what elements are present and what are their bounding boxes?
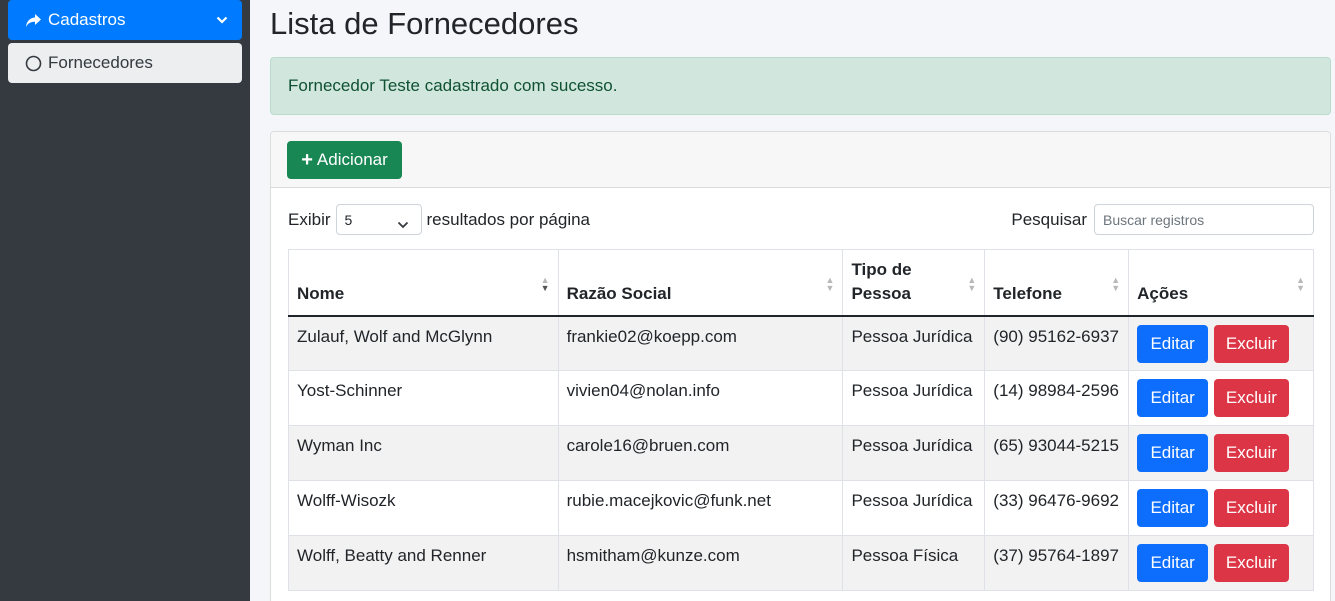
search-filter: Pesquisar — [1011, 204, 1314, 235]
sidebar-group-cadastros[interactable]: Cadastros — [8, 0, 242, 40]
show-label: Exibir — [288, 209, 331, 229]
cell-telefone: (65) 93044-5215 — [984, 425, 1129, 481]
cell-tipo-pessoa: Pessoa Física — [842, 535, 985, 591]
sidebar-item-label: Fornecedores — [48, 53, 153, 72]
chevron-down-icon — [216, 16, 228, 24]
cell-acoes: Editar Excluir — [1128, 370, 1314, 426]
plus-icon: + — [301, 148, 313, 171]
success-alert: Fornecedor Teste cadastrado com sucesso. — [270, 57, 1331, 115]
cell-telefone: (33) 96476-9692 — [984, 480, 1129, 536]
sort-icon: ▲ ▼ — [540, 275, 550, 293]
cell-tipo-pessoa: Pessoa Jurídica — [842, 425, 985, 481]
sort-icon: ▲ ▼ — [1111, 275, 1121, 293]
delete-button[interactable]: Excluir — [1213, 489, 1289, 527]
suppliers-card: + Adicionar Exibir 5 resultados por pági… — [270, 131, 1331, 601]
table-row: Wolff, Beatty and Renner hsmitham@kunze.… — [288, 535, 1314, 591]
delete-button[interactable]: Excluir — [1213, 434, 1289, 472]
delete-button[interactable]: Excluir — [1213, 379, 1289, 417]
add-button-label: Adicionar — [316, 150, 388, 169]
cell-acoes: Editar Excluir — [1128, 480, 1314, 536]
cell-telefone: (37) 95764-1897 — [984, 535, 1129, 591]
cell-nome: Wolff, Beatty and Renner — [288, 535, 559, 591]
sort-icon: ▲ ▼ — [825, 275, 835, 293]
page-size-select[interactable]: 5 — [335, 204, 422, 235]
cell-telefone: (90) 95162-6937 — [984, 315, 1129, 371]
sort-icon: ▲ ▼ — [1296, 275, 1305, 293]
sort-icon: ▲ ▼ — [967, 275, 977, 293]
cell-razao-social: carole16@bruen.com — [557, 425, 843, 481]
card-header: + Adicionar — [271, 132, 1330, 188]
edit-button[interactable]: Editar — [1137, 379, 1209, 417]
cell-acoes: Editar Excluir — [1128, 315, 1314, 371]
page-title: Lista de Fornecedores — [270, 6, 579, 41]
per-page-label: resultados por página — [426, 209, 591, 229]
add-button[interactable]: + Adicionar — [287, 141, 402, 179]
cell-razao-social: vivien04@nolan.info — [557, 370, 843, 426]
delete-button[interactable]: Excluir — [1213, 544, 1289, 582]
cell-nome: Yost-Schinner — [288, 370, 559, 426]
cell-acoes: Editar Excluir — [1128, 425, 1314, 481]
table-row: Zulauf, Wolf and McGlynn frankie02@koepp… — [288, 315, 1314, 371]
search-label: Pesquisar — [1011, 209, 1087, 229]
cell-telefone: (14) 98984-2596 — [984, 370, 1129, 426]
column-header-telefone[interactable]: Telefone ▲ ▼ — [984, 249, 1129, 317]
sidebar: Cadastros Fornecedores — [0, 0, 250, 601]
cell-tipo-pessoa: Pessoa Jurídica — [842, 370, 985, 426]
edit-button[interactable]: Editar — [1137, 434, 1209, 472]
delete-button[interactable]: Excluir — [1213, 324, 1289, 363]
page-length-control: Exibir 5 resultados por página — [288, 204, 590, 235]
table-row: Wyman Inc carole16@bruen.com Pessoa Jurí… — [288, 425, 1314, 481]
edit-button[interactable]: Editar — [1137, 489, 1209, 527]
edit-button[interactable]: Editar — [1137, 324, 1209, 363]
column-header-tipo-pessoa[interactable]: Tipo de Pessoa ▲ ▼ — [842, 249, 985, 317]
sidebar-group-label: Cadastros — [48, 10, 126, 29]
cell-acoes: Editar Excluir — [1128, 535, 1314, 591]
column-header-nome[interactable]: Nome ▲ ▼ — [288, 249, 559, 317]
cell-tipo-pessoa: Pessoa Jurídica — [842, 315, 985, 371]
cell-nome: Zulauf, Wolf and McGlynn — [288, 315, 559, 371]
suppliers-table: Nome ▲ ▼ Razão Social ▲ ▼ Tipo de Pessoa ▲ ▼ Te… — [288, 249, 1314, 591]
cell-nome: Wolff-Wisozk — [288, 480, 559, 536]
table-row: Wolff-Wisozk rubie.macejkovic@funk.net P… — [288, 480, 1314, 536]
column-header-razao-social[interactable]: Razão Social ▲ ▼ — [557, 249, 843, 317]
circle-outline-icon — [25, 55, 42, 72]
table-row: Yost-Schinner vivien04@nolan.info Pessoa… — [288, 370, 1314, 426]
cell-razao-social: hsmitham@kunze.com — [557, 535, 843, 591]
cell-razao-social: frankie02@koepp.com — [557, 315, 843, 371]
cell-tipo-pessoa: Pessoa Jurídica — [842, 480, 985, 536]
sidebar-item-fornecedores[interactable]: Fornecedores — [8, 43, 242, 83]
edit-button[interactable]: Editar — [1137, 544, 1209, 582]
column-header-acoes[interactable]: Ações ▲ ▼ — [1128, 249, 1314, 317]
table-header-row: Nome ▲ ▼ Razão Social ▲ ▼ Tipo de Pessoa ▲ ▼ Te… — [288, 249, 1314, 317]
main-content: Lista de Fornecedores Fornecedor Teste c… — [250, 0, 1335, 601]
share-arrow-icon — [25, 13, 43, 28]
cell-nome: Wyman Inc — [288, 425, 559, 481]
cell-razao-social: rubie.macejkovic@funk.net — [557, 480, 843, 536]
search-input[interactable] — [1094, 204, 1314, 235]
